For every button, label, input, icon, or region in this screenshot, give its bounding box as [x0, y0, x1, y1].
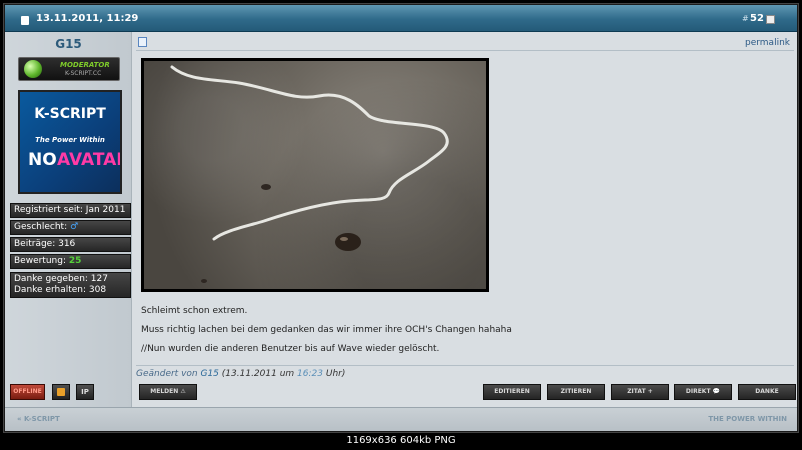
post-text-line-1: Schleimt schon extrem.: [141, 306, 248, 316]
post-content: permalink Schleimt schon extrem. Muss ri…: [136, 32, 797, 407]
quote-button[interactable]: ZITIEREN: [547, 384, 605, 400]
direct-button[interactable]: DIREKT 💬: [674, 384, 732, 400]
image-caption: 1169x636 604kb PNG: [346, 435, 456, 446]
avatar-title: K-SCRIPT: [34, 106, 106, 122]
badge-subtitle: K-SCRIPT.CC: [65, 70, 102, 77]
pebble-b: [201, 279, 207, 283]
edit-button[interactable]: EDITIEREN: [483, 384, 541, 400]
edit-note: Geändert von G15 (13.11.2011 um 16:23 Uh…: [136, 365, 794, 379]
chalk-outline-graphic: [170, 65, 449, 283]
stat-rating: Bewertung: 25: [10, 254, 131, 269]
avatar: K-SCRIPT The Power Within NO AVATAR: [18, 90, 122, 194]
speaker-icon[interactable]: [52, 384, 70, 400]
globe-icon: [24, 60, 42, 78]
edit-user-link[interactable]: G15: [200, 369, 218, 379]
thanks-given: Danke gegeben: 127: [14, 274, 108, 284]
gender-label: Geschlecht:: [14, 222, 68, 232]
stat-registered: Registriert seit: Jan 2011: [10, 203, 131, 218]
edit-label: Geändert von: [136, 369, 198, 379]
footer-brand-left: « K-SCRIPT: [17, 415, 60, 423]
thanks-received: Danke erhalten: 308: [14, 285, 107, 295]
avatar-tagline: The Power Within: [35, 136, 105, 144]
document-icon: [21, 16, 29, 25]
post-number-link[interactable]: 52: [750, 13, 764, 24]
pebble-a: [261, 184, 271, 190]
offline-status-badge: OFFLINE: [10, 384, 45, 400]
male-icon: ♂: [70, 222, 79, 232]
stat-gender: Geschlecht: ♂: [10, 220, 131, 235]
post-body: G15 MODERATOR K-SCRIPT.CC K-SCRIPT The P…: [5, 32, 797, 407]
footer-bar: « K-SCRIPT THE POWER WITHIN: [5, 407, 797, 431]
rating-value: 25: [68, 256, 82, 266]
username-link[interactable]: G15: [5, 37, 132, 51]
slug-body: [335, 233, 361, 251]
permalink-link[interactable]: permalink: [745, 38, 790, 48]
post-header: 13.11.2011, 11:29 # 52: [5, 5, 797, 32]
speaker-shape: [57, 388, 65, 396]
edit-suffix: Uhr): [325, 369, 346, 379]
moderator-badge: MODERATOR K-SCRIPT.CC: [18, 57, 120, 81]
edit-date: (13.11.2011 um: [221, 369, 295, 379]
stat-posts: Beiträge: 316: [10, 237, 131, 252]
footer-brand-right: THE POWER WITHIN: [708, 415, 787, 423]
ip-button[interactable]: IP: [76, 384, 94, 400]
avatar-avatar: AVATAR: [57, 150, 120, 170]
rating-label: Bewertung:: [14, 256, 66, 266]
quote-plus-button[interactable]: ZITAT +: [611, 384, 669, 400]
slug-highlight: [340, 237, 348, 241]
post-text-line-2: Muss richtig lachen bei dem gedanken das…: [141, 325, 512, 335]
post-text-line-3: //Nun wurden die anderen Benutzer bis au…: [141, 344, 440, 354]
thanks-button[interactable]: DANKE: [738, 384, 796, 400]
select-post-checkbox[interactable]: [766, 15, 775, 24]
avatar-no: NO: [28, 150, 57, 170]
chalk-line: [170, 65, 449, 241]
user-sidebar: G15 MODERATOR K-SCRIPT.CC K-SCRIPT The P…: [5, 32, 132, 407]
post-hash: #: [742, 14, 749, 23]
stat-thanks: Danke gegeben: 127 Danke erhalten: 308: [10, 272, 131, 298]
badge-title: MODERATOR: [60, 61, 110, 69]
report-button[interactable]: MELDEN ⚠: [139, 384, 197, 400]
edit-time: 16:23: [297, 369, 323, 379]
post-image: [141, 58, 489, 292]
post-topbar: permalink: [136, 37, 794, 51]
post-date: 13.11.2011, 11:29: [36, 13, 139, 24]
post-icon: [138, 37, 147, 47]
